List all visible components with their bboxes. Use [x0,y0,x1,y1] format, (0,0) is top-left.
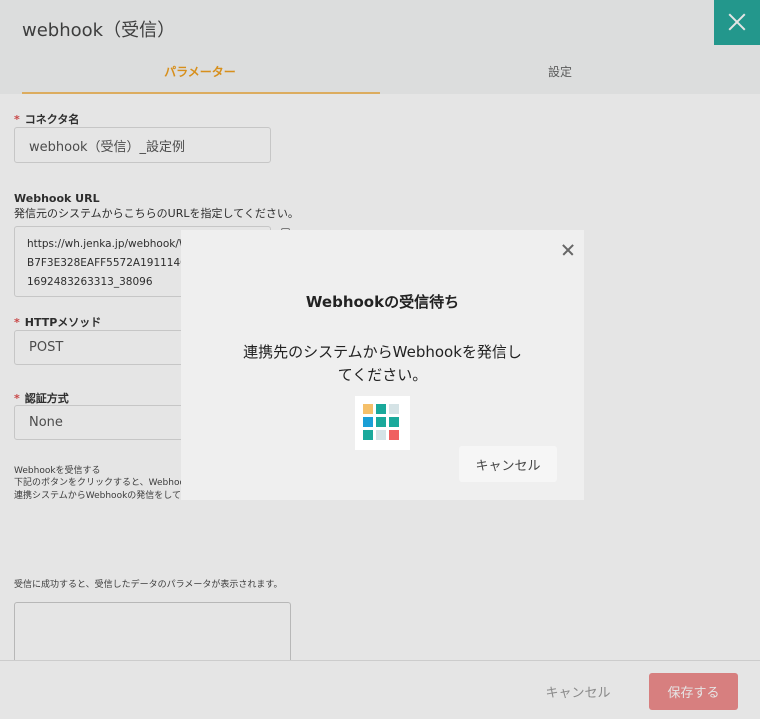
app-logo-icon [355,396,410,450]
logo-tile [389,417,399,427]
logo-tile [363,404,373,414]
logo-tile [363,430,373,440]
logo-tile [389,404,399,414]
dialog-message: 連携先のシステムからWebhookを発信してください。 [243,343,522,384]
logo-tile [363,417,373,427]
dialog-cancel-button[interactable]: キャンセル [459,446,557,482]
logo-tile [389,430,399,440]
close-icon[interactable] [561,243,575,257]
logo-tile [376,430,386,440]
webhook-wait-dialog: Webhookの受信待ち 連携先のシステムからWebhookを発信してください。… [181,230,584,500]
logo-tile [376,404,386,414]
dialog-title: Webhookの受信待ち [305,293,460,311]
logo-tile [376,417,386,427]
